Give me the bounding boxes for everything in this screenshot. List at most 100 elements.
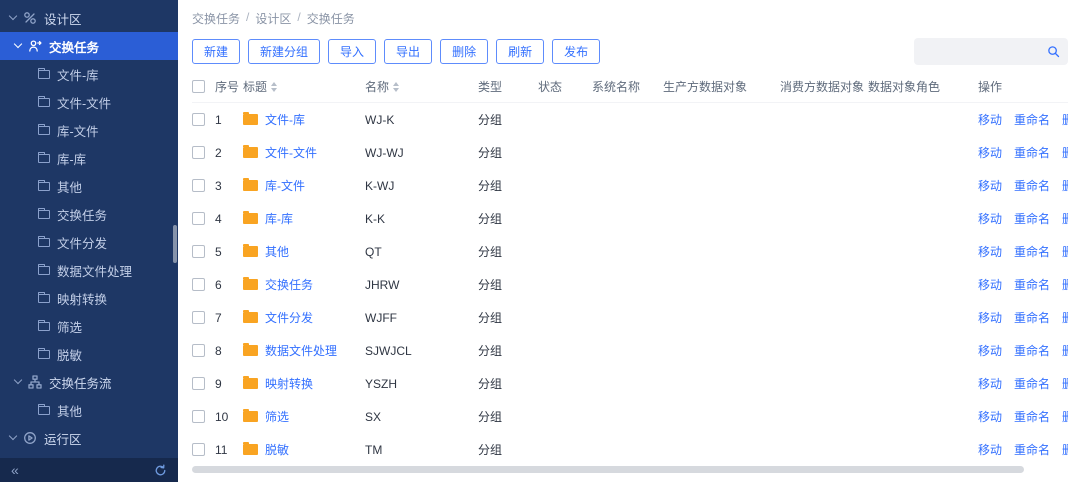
sidebar-item-file-distribution[interactable]: 文件分发: [0, 228, 178, 256]
row-checkbox[interactable]: [192, 212, 205, 225]
row-op-delete[interactable]: 删除: [1062, 408, 1068, 425]
sidebar-item-filter[interactable]: 筛选: [0, 312, 178, 340]
row-op-delete[interactable]: 删除: [1062, 111, 1068, 128]
row-op-rename[interactable]: 重命名: [1014, 243, 1050, 260]
row-op-delete[interactable]: 删除: [1062, 210, 1068, 227]
sidebar-scrollbar-thumb[interactable]: [173, 225, 177, 263]
row-op-delete[interactable]: 删除: [1062, 375, 1068, 392]
sidebar-item-file-db[interactable]: 文件-库: [0, 60, 178, 88]
folder-icon: [243, 444, 258, 455]
row-title-link[interactable]: 其他: [265, 243, 289, 260]
row-checkbox[interactable]: [192, 344, 205, 357]
row-op-move[interactable]: 移动: [978, 210, 1002, 227]
row-op-move[interactable]: 移动: [978, 111, 1002, 128]
breadcrumb-item[interactable]: 交换任务: [192, 10, 240, 27]
row-checkbox[interactable]: [192, 443, 205, 456]
row-checkbox[interactable]: [192, 146, 205, 159]
row-op-move[interactable]: 移动: [978, 375, 1002, 392]
row-title-link[interactable]: 库-库: [265, 210, 293, 227]
sidebar-item-file-file[interactable]: 文件-文件: [0, 88, 178, 116]
row-checkbox[interactable]: [192, 377, 205, 390]
row-title-link[interactable]: 交换任务: [265, 276, 313, 293]
row-op-move[interactable]: 移动: [978, 177, 1002, 194]
toolbar-button[interactable]: 导入: [328, 39, 376, 64]
row-title-link[interactable]: 映射转换: [265, 375, 313, 392]
row-op-delete[interactable]: 删除: [1062, 144, 1068, 161]
row-op-move[interactable]: 移动: [978, 144, 1002, 161]
search-icon[interactable]: [1047, 45, 1060, 58]
row-op-move[interactable]: 移动: [978, 309, 1002, 326]
sidebar-item-run-area[interactable]: 运行区: [0, 424, 178, 452]
toolbar-button[interactable]: 刷新: [496, 39, 544, 64]
folder-icon: [243, 246, 258, 257]
sidebar-item-db-db[interactable]: 库-库: [0, 144, 178, 172]
row-title-link[interactable]: 脱敏: [265, 441, 289, 458]
sidebar-item-masking[interactable]: 脱敏: [0, 340, 178, 368]
row-title-link[interactable]: 数据文件处理: [265, 342, 337, 359]
row-title-link[interactable]: 库-文件: [265, 177, 305, 194]
sort-icon[interactable]: [393, 82, 399, 92]
sort-icon[interactable]: [271, 82, 277, 92]
folder-icon: [38, 322, 50, 331]
row-checkbox[interactable]: [192, 179, 205, 192]
toolbar-button[interactable]: 新建分组: [248, 39, 320, 64]
row-title-link[interactable]: 文件-库: [265, 111, 305, 128]
sidebar-item-data-file-processing[interactable]: 数据文件处理: [0, 256, 178, 284]
collapse-sidebar-button[interactable]: «: [11, 463, 19, 477]
sidebar-item-db-file[interactable]: 库-文件: [0, 116, 178, 144]
row-checkbox[interactable]: [192, 311, 205, 324]
folder-icon: [243, 345, 258, 356]
breadcrumb-item[interactable]: 设计区: [255, 10, 291, 27]
horizontal-scrollbar-thumb[interactable]: [192, 466, 1024, 473]
row-op-delete[interactable]: 删除: [1062, 342, 1068, 359]
row-op-move[interactable]: 移动: [978, 441, 1002, 458]
select-all-checkbox[interactable]: [192, 80, 205, 93]
row-op-move[interactable]: 移动: [978, 408, 1002, 425]
row-op-rename[interactable]: 重命名: [1014, 177, 1050, 194]
column-header-name-label: 名称: [365, 78, 389, 95]
sidebar-item-taskflow-other[interactable]: 其他: [0, 396, 178, 424]
column-header-title[interactable]: 标题: [243, 78, 365, 95]
sidebar-item-exchange-tasks[interactable]: 交换任务: [0, 32, 178, 60]
sidebar-item-design-area[interactable]: 设计区: [0, 4, 178, 32]
sidebar-item-exchange-task[interactable]: 交换任务: [0, 200, 178, 228]
sidebar-item-exchange-taskflow[interactable]: 交换任务流: [0, 368, 178, 396]
row-op-rename[interactable]: 重命名: [1014, 210, 1050, 227]
search-input[interactable]: [922, 45, 1047, 59]
row-op-delete[interactable]: 删除: [1062, 276, 1068, 293]
row-op-rename[interactable]: 重命名: [1014, 276, 1050, 293]
sidebar-item-label: 脱敏: [57, 345, 82, 364]
row-op-move[interactable]: 移动: [978, 342, 1002, 359]
row-op-delete[interactable]: 删除: [1062, 309, 1068, 326]
toolbar-button[interactable]: 导出: [384, 39, 432, 64]
sidebar-item-other[interactable]: 其他: [0, 172, 178, 200]
row-index: 5: [215, 245, 243, 259]
row-op-rename[interactable]: 重命名: [1014, 309, 1050, 326]
refresh-icon[interactable]: [154, 464, 167, 477]
row-op-move[interactable]: 移动: [978, 243, 1002, 260]
row-op-delete[interactable]: 删除: [1062, 441, 1068, 458]
toolbar-button[interactable]: 发布: [552, 39, 600, 64]
row-op-rename[interactable]: 重命名: [1014, 342, 1050, 359]
row-op-rename[interactable]: 重命名: [1014, 441, 1050, 458]
sidebar-item-mapping-transform[interactable]: 映射转换: [0, 284, 178, 312]
column-header-role: 数据对象角色: [868, 78, 978, 95]
row-op-rename[interactable]: 重命名: [1014, 408, 1050, 425]
row-op-rename[interactable]: 重命名: [1014, 111, 1050, 128]
folder-icon: [38, 266, 50, 275]
toolbar-button[interactable]: 删除: [440, 39, 488, 64]
row-checkbox[interactable]: [192, 245, 205, 258]
row-op-delete[interactable]: 删除: [1062, 243, 1068, 260]
row-checkbox[interactable]: [192, 113, 205, 126]
row-checkbox[interactable]: [192, 410, 205, 423]
row-op-rename[interactable]: 重命名: [1014, 144, 1050, 161]
column-header-name[interactable]: 名称: [365, 78, 478, 95]
row-title-link[interactable]: 文件分发: [265, 309, 313, 326]
row-title-link[interactable]: 文件-文件: [265, 144, 317, 161]
toolbar-button[interactable]: 新建: [192, 39, 240, 64]
row-checkbox[interactable]: [192, 278, 205, 291]
row-op-delete[interactable]: 删除: [1062, 177, 1068, 194]
row-op-rename[interactable]: 重命名: [1014, 375, 1050, 392]
row-op-move[interactable]: 移动: [978, 276, 1002, 293]
row-title-link[interactable]: 筛选: [265, 408, 289, 425]
